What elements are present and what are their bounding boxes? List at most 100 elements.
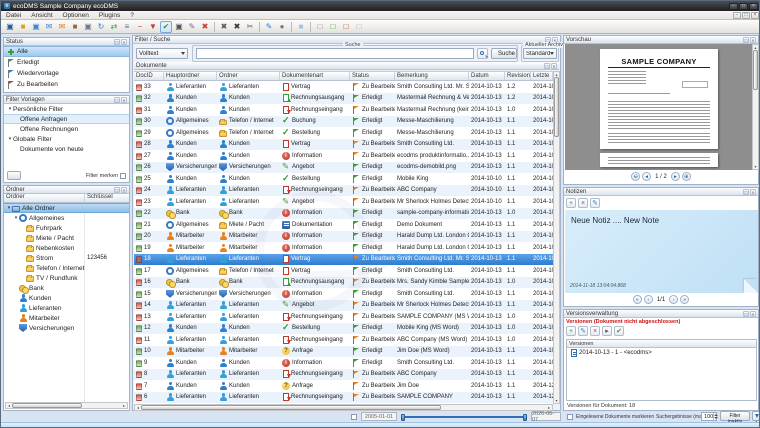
column-header-letzte[interactable]: Letzte <box>531 72 553 80</box>
date-from-field[interactable]: 2005-01-01 <box>361 412 397 421</box>
new-version-icon[interactable]: + <box>566 326 576 336</box>
note-card[interactable]: Neue Notiz .... New Note 2014-11-18 13:0… <box>565 210 758 293</box>
folder-item-alle-ordner[interactable]: ▾Alle Ordner <box>4 203 129 213</box>
next-note-icon[interactable]: › <box>669 295 678 304</box>
search-button[interactable]: Suche <box>491 48 517 59</box>
mark-imported-checkbox[interactable] <box>567 414 573 420</box>
folders-hscrollbar[interactable]: ◂ ▸ <box>5 402 128 409</box>
folder-item-versicherungen[interactable]: Versicherungen <box>4 323 129 333</box>
table-row[interactable]: 11LieferantenLieferantenRechnungseingang… <box>134 334 553 346</box>
search-icon[interactable] <box>477 48 488 59</box>
float-panel-icon[interactable]: □ <box>743 189 749 195</box>
checkout-version-icon[interactable]: ✎ <box>578 326 588 336</box>
table-row[interactable]: 26VersicherungenVersicherungenAngebotErl… <box>134 162 553 174</box>
date-filter-checkbox[interactable] <box>351 414 357 420</box>
close-panel-icon[interactable]: × <box>750 189 756 195</box>
scroll-thumb[interactable] <box>753 50 758 90</box>
float-panel-icon[interactable]: □ <box>743 37 749 43</box>
remove-icon[interactable]: − <box>134 21 146 33</box>
add-note-icon[interactable]: + <box>566 198 576 208</box>
next-page-icon[interactable]: ▸ <box>671 172 680 181</box>
history-icon[interactable]: ↻ <box>95 21 107 33</box>
new-folder-icon[interactable]: ■ <box>17 21 29 33</box>
table-row[interactable]: 7KundenKundenAnfrageZu BearbeitenJim Doe… <box>134 380 553 392</box>
filter-remember-checkbox[interactable] <box>120 173 126 179</box>
status-item-wiedervorlage[interactable]: Wiedervorlage <box>4 68 129 79</box>
prev-page-icon[interactable]: ◂ <box>642 172 651 181</box>
search-input[interactable] <box>196 48 474 59</box>
note-icon[interactable]: ✎ <box>186 21 198 33</box>
status-item-erledigt[interactable]: Erledigt <box>4 57 129 68</box>
scroll-thumb[interactable] <box>12 403 82 408</box>
filter-indicator-icon[interactable] <box>752 411 760 421</box>
float-panel-icon[interactable]: □ <box>114 187 120 193</box>
filter-item-offene-rechnungen[interactable]: Offene Rechnungen <box>4 124 129 134</box>
close-icon[interactable]: × <box>749 3 758 10</box>
column-header-docid[interactable]: DocID <box>134 72 164 80</box>
slider-handle-right[interactable] <box>523 414 527 421</box>
table-hscrollbar[interactable]: ◂ ▸ <box>134 404 553 411</box>
column-header-bemerkung[interactable]: Bemerkung <box>395 72 469 80</box>
save-icon[interactable]: ▣ <box>4 21 16 33</box>
folder-item-bank[interactable]: Bank <box>4 283 129 293</box>
table-row[interactable]: 33LieferantenLieferantenVertragZu Bearbe… <box>134 81 553 93</box>
unclassify-icon[interactable]: ✖ <box>218 21 230 33</box>
menu-item-plugins[interactable]: Plugins <box>94 11 125 20</box>
close-panel-icon[interactable]: × <box>121 187 127 193</box>
fulltext-dropdown[interactable]: Volltext <box>136 48 188 59</box>
table-row[interactable]: 12KundenKundenBestellungErledigtMobile K… <box>134 323 553 335</box>
print-icon[interactable]: ▣ <box>173 21 185 33</box>
filter-group-globale-filter[interactable]: ▾Globale Filter <box>4 134 129 144</box>
table-row[interactable]: 24LieferantenLieferantenRechnungseingang… <box>134 185 553 197</box>
prev-note-icon[interactable]: ‹ <box>644 295 653 304</box>
folder-item-mitarbeiter[interactable]: Mitarbeiter <box>4 313 129 323</box>
scroll-thumb[interactable] <box>554 77 559 137</box>
save-all-icon[interactable]: ▣ <box>30 21 42 33</box>
table-row[interactable]: 13LieferantenLieferantenRechnungseingang… <box>134 311 553 323</box>
delete-note-icon[interactable]: × <box>578 198 588 208</box>
mdi-minimize-icon[interactable]: − <box>733 12 741 19</box>
properties-icon[interactable]: ● <box>276 21 288 33</box>
column-header-revision[interactable]: Revision <box>505 72 531 80</box>
inbox-icon[interactable]: ▼ <box>147 21 159 33</box>
mdi-close-icon[interactable]: × <box>751 12 759 19</box>
table-row[interactable]: 9KundenKundenInformationErledigtSmith Co… <box>134 357 553 369</box>
table-vscrollbar[interactable]: ▴ ▾ <box>553 71 560 404</box>
folder-item-fuhrpark[interactable]: Fuhrpark <box>4 223 129 233</box>
float-panel-icon[interactable]: □ <box>743 311 749 317</box>
delete-document-icon[interactable]: ✖ <box>231 21 243 33</box>
folder-item-allgemeines[interactable]: ▾Allgemeines <box>4 213 129 223</box>
table-row[interactable]: 25KundenKundenBestellungErledigtMobile K… <box>134 173 553 185</box>
last-note-icon[interactable]: » <box>680 295 689 304</box>
table-row[interactable]: 27KundenKundenInformationZu Bearbeitenec… <box>134 150 553 162</box>
spinner-arrows[interactable] <box>713 413 718 420</box>
folders-column-header[interactable]: Ordner Schlüssel <box>4 194 129 203</box>
column-header-hauptordner[interactable]: Hauptordner <box>164 72 217 80</box>
table-row[interactable]: 6LieferantenLieferantenRechnungseingangZ… <box>134 392 553 404</box>
sync-icon[interactable]: ⇄ <box>108 21 120 33</box>
menu-item-?[interactable]: ? <box>125 11 139 20</box>
stop-icon[interactable]: ✖ <box>199 21 211 33</box>
column-header-datum[interactable]: Datum <box>469 72 505 80</box>
float-panel-icon[interactable]: □ <box>114 39 120 45</box>
column-header-dokumentenart[interactable]: Dokumentenart <box>280 72 350 80</box>
archive-dropdown[interactable]: Standard Archiv <box>523 48 557 59</box>
finalize-version-icon[interactable]: ✔ <box>614 326 624 336</box>
document-new-icon[interactable]: □ <box>314 21 326 33</box>
zoom-in-icon[interactable]: ⊕ <box>682 172 691 181</box>
table-row[interactable]: 28KundenKundenVertragZu BearbeitenSmith … <box>134 139 553 151</box>
filter-group-persönliche-filter[interactable]: ▾Persönliche Filter <box>4 104 129 114</box>
filter-inactive-button[interactable]: Filter inaktiv <box>720 411 750 421</box>
scroll-thumb[interactable] <box>141 405 441 410</box>
table-row[interactable]: 8LieferantenLieferantenRechnungseingangZ… <box>134 369 553 381</box>
preview-vscrollbar[interactable]: ▴ ▾ <box>752 44 759 170</box>
archive-icon[interactable]: ■ <box>69 21 81 33</box>
date-range-slider[interactable] <box>402 416 526 418</box>
edit-document-icon[interactable]: ✎ <box>263 21 275 33</box>
folder-item-kunden[interactable]: Kunden <box>4 293 129 303</box>
close-panel-icon[interactable]: × <box>750 311 756 317</box>
table-row[interactable]: 30AllgemeinesTelefon / InternetBuchungEr… <box>134 116 553 128</box>
folder-item-miete-pacht[interactable]: Miete / Pacht <box>4 233 129 243</box>
mdi-restore-icon[interactable]: □ <box>742 12 750 19</box>
folder-item-telefon-internet[interactable]: Telefon / Internet <box>4 263 129 273</box>
